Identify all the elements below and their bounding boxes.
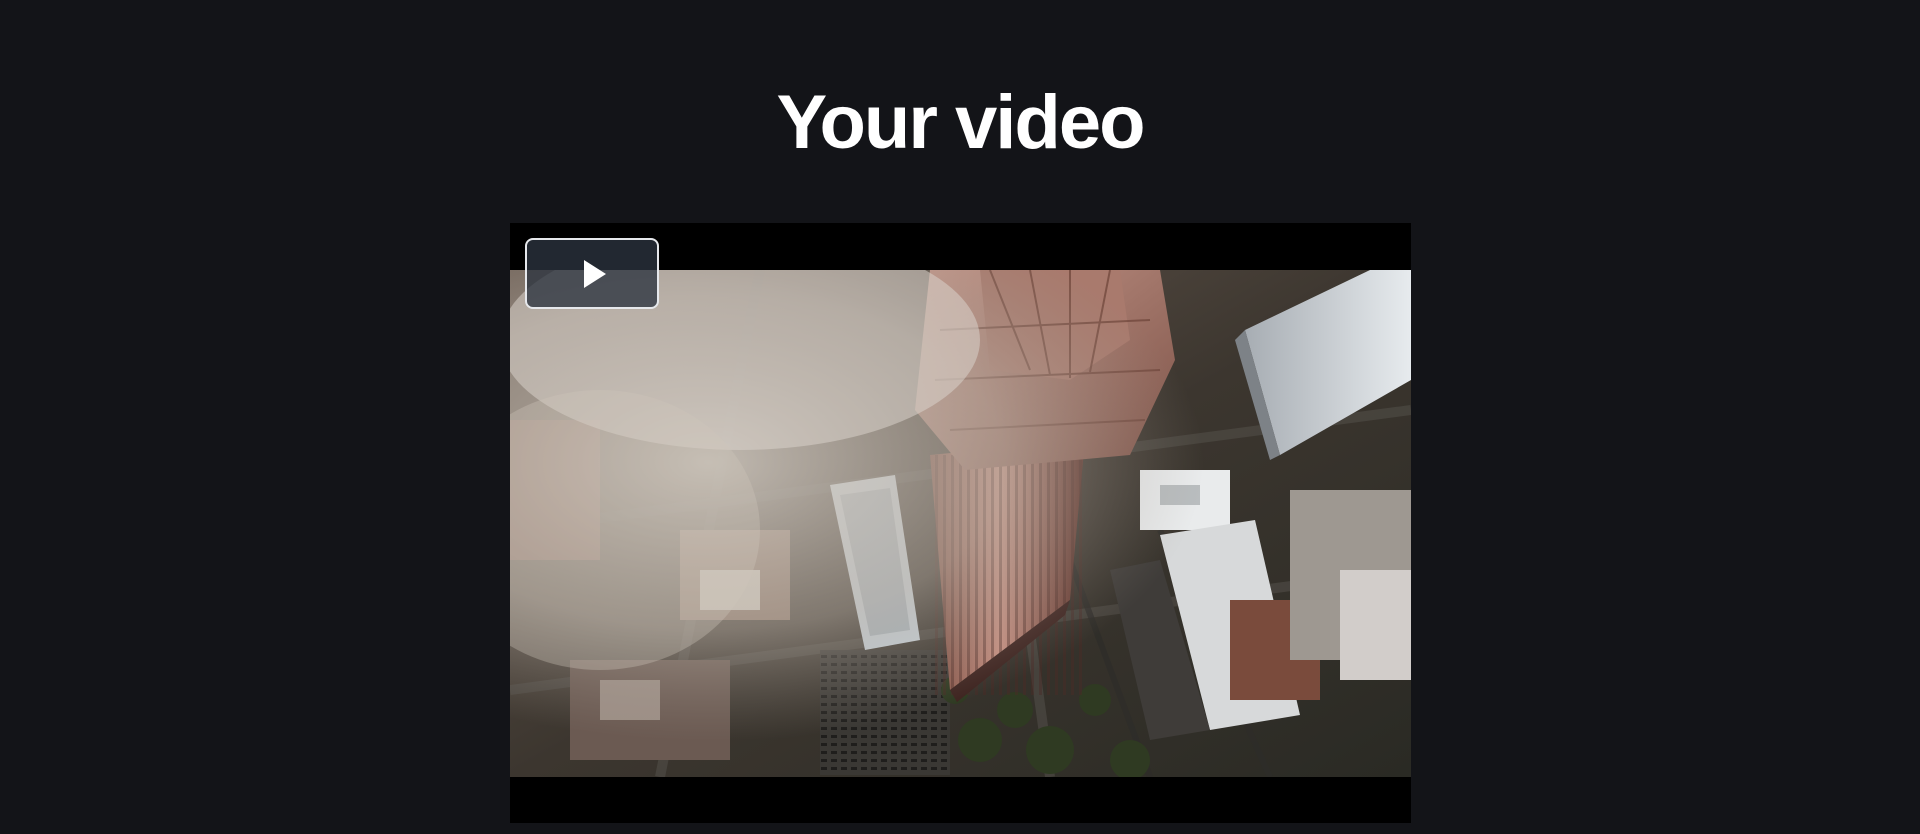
play-icon	[583, 259, 606, 288]
video-player[interactable]	[510, 223, 1411, 823]
video-frame	[510, 270, 1411, 777]
page-title: Your video	[776, 80, 1145, 165]
play-button[interactable]	[525, 238, 659, 309]
